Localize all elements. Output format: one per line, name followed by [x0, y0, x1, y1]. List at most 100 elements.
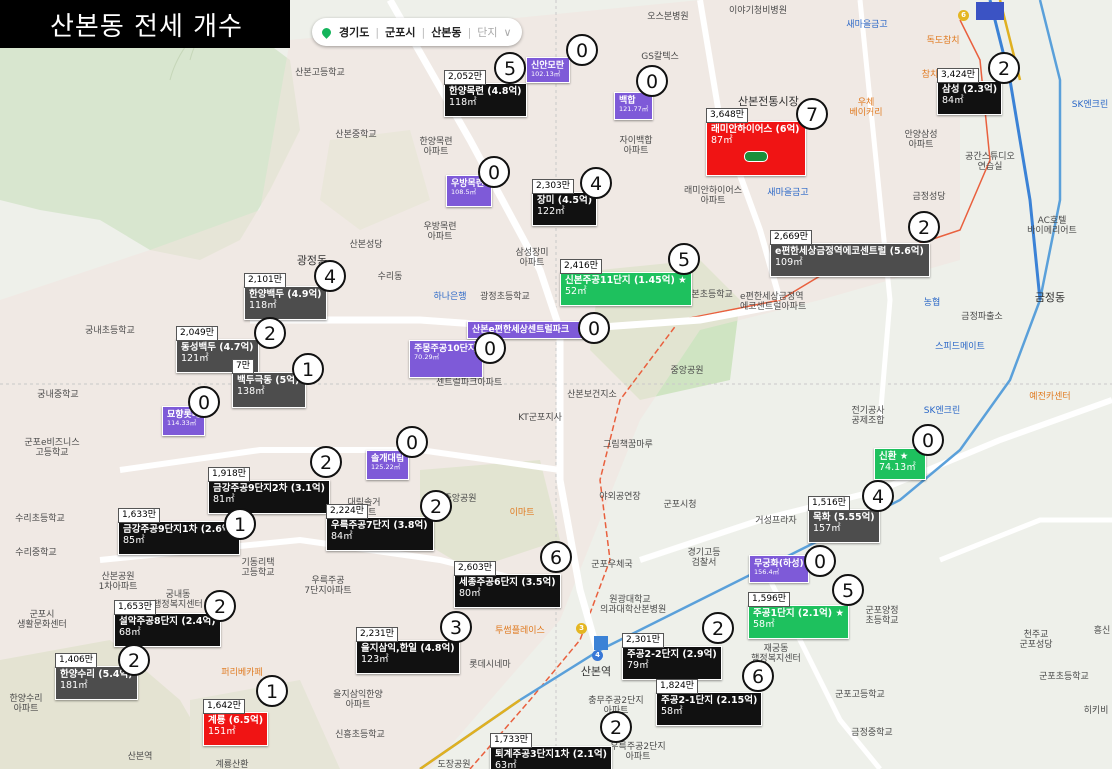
listing-name: e편한세상금정역에코센트럴 (5.6억) [775, 246, 924, 257]
listing-name: 금강주공9단지2차 (3.1억) [213, 483, 325, 494]
listing-marker-seorak8[interactable]: 1,653만 설악주공8단지 (2.4억) 68㎡ [114, 600, 221, 647]
breadcrumb-separator: | [375, 25, 380, 39]
map-label-l8: 산본전통시장 [738, 95, 799, 108]
page-title-text: 산본동 전세 개수 [50, 11, 243, 42]
listing-marker-sinan-moran[interactable]: 신안모란 102.13㎡ [526, 57, 570, 83]
listing-area: 156.4㎡ [754, 568, 780, 577]
listing-price: 1,918만 [208, 467, 251, 482]
listing-marker-toegye3[interactable]: 1,733만 퇴계주공3단지1차 (2.1억) 63㎡ [490, 733, 612, 769]
map-label-l30: 금정동 [1034, 291, 1066, 304]
listing-marker-gyeryong[interactable]: 1,642만 계룡 (6.5억) 151㎡ [203, 699, 269, 746]
map-label-l71: 금정중학교 [851, 728, 893, 738]
listing-marker-ureuk7[interactable]: 2,224만 우륵주공7단지 (3.8억) 84㎡ [326, 504, 434, 551]
listing-marker-sejong6[interactable]: 2,603만 세종주공6단지 (3.5억) 80㎡ [454, 561, 561, 608]
listing-name: 주공1단지 (2.1억) ★ [753, 608, 844, 619]
map-label-l70: 군포고등학교 [835, 690, 885, 700]
listing-price: 1,596만 [748, 592, 791, 607]
listing-name: 목화 (5.55억) [813, 512, 875, 523]
map-label-l54: 투썸플레이스 [495, 626, 545, 636]
map-label-l45: 군포시청 [663, 500, 697, 510]
map-label-l50: 경기고등 검찰서 [687, 548, 721, 569]
listing-name: 퇴계주공3단지1차 (2.1억) [495, 749, 607, 760]
map-label-l3: 새마을금고 [846, 20, 888, 30]
listing-count-badge: 0 [188, 386, 220, 418]
listing-area: 151㎡ [208, 725, 236, 737]
listing-name: 세종주공6단지 (3.5억) [459, 577, 556, 588]
listing-count-badge: 0 [578, 312, 610, 344]
breadcrumb-dong[interactable]: 산본동 [431, 24, 461, 40]
listing-marker-jugong2-2[interactable]: 2,301만 주공2-2단지 (2.9억) 79㎡ [622, 633, 722, 680]
listing-price: 2,301만 [622, 633, 665, 648]
listing-price: 1,824만 [656, 679, 699, 694]
listing-marker-mugunghwa[interactable]: 무궁화(하성) 156.4㎡ [749, 555, 809, 583]
map-label-l43: 그림책꿈마루 [603, 440, 653, 450]
listing-price: 2,224만 [326, 504, 369, 519]
listing-marker-jugong10[interactable]: 주몽주공10단지 70.29㎡ [409, 340, 483, 378]
listing-marker-raemian[interactable]: 3,648만 래미안하이어스 (6억) 87㎡ [706, 108, 806, 176]
listing-price: 1,406만 [55, 653, 98, 668]
map-label-l56: 수리중학교 [15, 548, 57, 558]
listing-area: 70.29㎡ [414, 353, 440, 362]
listing-marker-efun[interactable]: 2,669만 e편한세상금정역에코센트럴 (5.6억) 109㎡ [770, 230, 930, 277]
location-pin-icon [320, 25, 333, 39]
breadcrumb-province[interactable]: 경기도 [339, 24, 369, 40]
listing-area: 125.22㎡ [371, 463, 401, 472]
listing-area: 58㎡ [661, 705, 683, 717]
listing-area: 52㎡ [565, 285, 587, 297]
listing-area: 181㎡ [60, 679, 88, 691]
map-label-l15: AC호텔 바이메리어트 [1027, 216, 1077, 237]
map-label-l23: 수리동 [377, 272, 403, 282]
listing-count-badge: 7 [796, 98, 828, 130]
map-label-l37: KT군포지사 [518, 413, 562, 423]
listing-marker-sinbon11[interactable]: 2,416만 신본주공11단지 (1.45억) ★ 52㎡ [560, 259, 692, 306]
listing-count-badge: 1 [292, 353, 324, 385]
listing-marker-geumgang9-2[interactable]: 1,918만 금강주공9단지2차 (3.1억) 81㎡ [208, 467, 330, 514]
map-label-l24: 하나은행 [433, 292, 467, 302]
chevron-down-icon[interactable]: ∨ [504, 26, 512, 39]
listing-marker-jangmi[interactable]: 2,303만 장미 (4.5억) 122㎡ [532, 179, 598, 226]
listing-marker-hanyang-mokryeon[interactable]: 2,052만 한양목련 (4.8억) 118㎡ [444, 70, 527, 117]
listing-price: 2,049만 [176, 326, 219, 341]
map-label-l60: 군포시 생활문화센터 [17, 610, 67, 631]
breadcrumb-separator: | [421, 25, 426, 39]
listing-name: 주공2-2단지 (2.9억) [627, 649, 717, 660]
complex-dropdown[interactable]: 단지 [477, 24, 497, 40]
listing-marker-hanyang-baekdu[interactable]: 2,101만 한양백두 (4.9억) 118㎡ [244, 273, 327, 320]
listing-count-badge: 0 [636, 65, 668, 97]
map-label-l13: 공간스튜디오 연습실 [965, 152, 1015, 173]
listing-count-badge: 2 [600, 711, 632, 743]
map-label-l65: 신흥초등학교 [335, 730, 385, 740]
listing-count-badge: 2 [420, 490, 452, 522]
listing-count-badge: 1 [224, 508, 256, 540]
listing-area: 114.33㎡ [167, 419, 197, 428]
listing-count-badge: 2 [118, 644, 150, 676]
listing-marker-eulji-samik[interactable]: 2,231만 을지삼익,한일 (4.8억) 123㎡ [356, 627, 460, 674]
listing-marker-jugong1[interactable]: 1,596만 주공1단지 (2.1억) ★ 58㎡ [748, 592, 849, 639]
listing-area: 84㎡ [331, 530, 353, 542]
map-label-l35: 군포e비즈니스 고등학교 [24, 438, 80, 459]
listing-area: 102.13㎡ [531, 70, 561, 79]
map-canvas[interactable]: 오스본병원 이야기청비병원 새마을금고 독도참치 참치 우체 베이커리 GS칼텍스 산본전통시장… [0, 0, 1112, 769]
listing-count-badge: 4 [862, 480, 894, 512]
listing-name: 금강주공9단지1차 (2.6억) [123, 524, 235, 535]
subway-line-icon: 6 [958, 10, 969, 21]
map-label-l4: 독도참치 [926, 36, 960, 46]
listing-price: 1,516만 [808, 496, 851, 511]
listing-marker-geumgang9-1[interactable]: 1,633만 금강주공9단지1차 (2.6억) 85㎡ [118, 508, 240, 555]
listing-marker-mokhwa[interactable]: 1,516만 목화 (5.55억) 157㎡ [808, 496, 880, 543]
breadcrumb-city[interactable]: 군포시 [385, 24, 415, 40]
map-label-l2: 이야기청비병원 [729, 6, 787, 16]
listing-count-badge: 6 [540, 541, 572, 573]
listing-price: 2,603만 [454, 561, 497, 576]
listing-area: 87㎡ [711, 134, 733, 146]
map-label-l57: 산본공원 1차아파트 [98, 572, 138, 593]
listing-count-badge: 0 [478, 156, 510, 188]
listing-area: 58㎡ [753, 618, 775, 630]
listing-marker-jugong2-1[interactable]: 1,824만 주공2-1단지 (2.15억) 58㎡ [656, 679, 763, 726]
map-label-l53: 롯데시네마 [469, 660, 511, 670]
listing-count-badge: 2 [204, 590, 236, 622]
map-label-l32: 스피드메이트 [935, 342, 985, 352]
listing-marker-samsung[interactable]: 3,424만 삼성 (2.3억) 84㎡ [937, 68, 1003, 115]
map-label-l19: 한양목련 아파트 [419, 137, 453, 158]
map-label-l26: 삼성장미 아파트 [515, 248, 549, 269]
